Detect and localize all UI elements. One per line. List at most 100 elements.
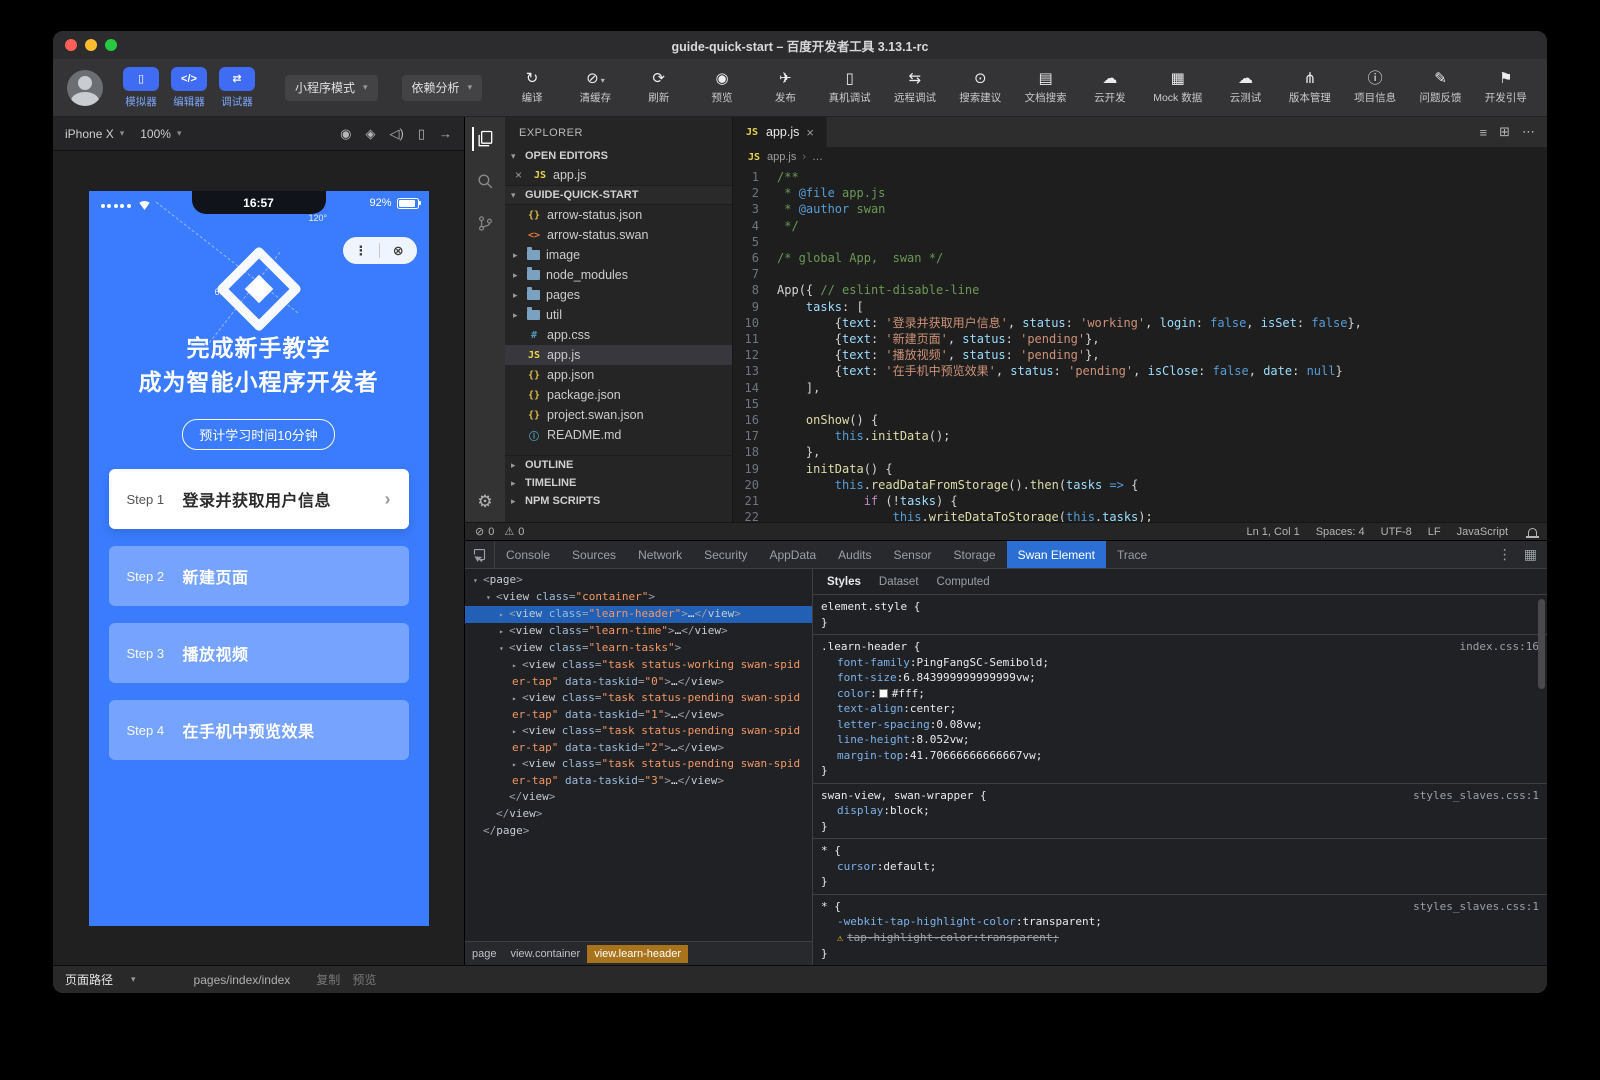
rotate-icon[interactable]: ◈: [366, 126, 376, 142]
sound-icon[interactable]: ◁): [390, 126, 404, 142]
action-doc-search[interactable]: ▤文档搜索: [1025, 70, 1067, 105]
folder-item-node-modules[interactable]: ▸node_modules: [505, 265, 732, 285]
rule-selector[interactable]: swan-view, swan-wrapper: [821, 789, 973, 802]
action-dev-guide[interactable]: ⚑开发引导: [1485, 70, 1527, 105]
breadcrumb[interactable]: JS app.js › …: [733, 147, 1547, 167]
devtools-more-icon[interactable]: ⋮: [1498, 546, 1512, 563]
section-timeline[interactable]: ▸TIMELINE: [505, 474, 732, 492]
copy-path-button[interactable]: 复制: [316, 971, 340, 988]
split-editor-icon[interactable]: ⊞: [1499, 124, 1510, 140]
action-feedback[interactable]: ✎问题反馈: [1419, 70, 1461, 105]
source-control-icon[interactable]: [473, 211, 497, 235]
file-item-app-json[interactable]: {}app.json: [505, 365, 732, 385]
open-editor-item[interactable]: ×JSapp.js: [505, 165, 732, 185]
devtools-tab-audits[interactable]: Audits: [827, 541, 882, 568]
file-item-readme-md[interactable]: ⓘREADME.md: [505, 425, 732, 445]
devtools-tab-console[interactable]: Console: [495, 541, 561, 568]
dom-tree[interactable]: ▾<page>▾<view class="container">▸<view c…: [465, 569, 812, 941]
section-project[interactable]: ▾ GUIDE-QUICK-START: [505, 185, 732, 205]
file-item-package-json[interactable]: {}package.json: [505, 385, 732, 405]
section-npm-scripts[interactable]: ▸NPM SCRIPTS: [505, 492, 732, 510]
dom-crumb[interactable]: page: [465, 945, 503, 963]
mode-button-debugger[interactable]: ⇄调试器: [219, 67, 255, 109]
styles-tab-computed[interactable]: Computed: [929, 572, 998, 592]
mode-button-editor[interactable]: </>编辑器: [171, 67, 207, 109]
folder-item-util[interactable]: ▸util: [505, 305, 732, 325]
dom-node[interactable]: ▸<view class="learn-header">…</view>: [465, 606, 812, 623]
style-property[interactable]: ⚠tap-highlight-color:transparent;: [821, 930, 1541, 947]
status-item[interactable]: LF: [1428, 526, 1441, 538]
dom-node[interactable]: ▸<view class="task status-working swan-s…: [465, 657, 812, 690]
more-actions-icon[interactable]: ⋯: [1522, 124, 1535, 140]
program-mode-select[interactable]: 小程序模式▾: [285, 75, 378, 101]
stylesheet-link[interactable]: styles_slaves.css:1: [1413, 899, 1539, 915]
action-cloud-dev[interactable]: ☁云开发: [1090, 70, 1130, 105]
rule-selector[interactable]: *: [821, 844, 828, 857]
action-version-control[interactable]: ⋔版本管理: [1289, 70, 1331, 105]
style-property[interactable]: margin-top:41.70666666666667vw;: [821, 748, 1541, 764]
step-card[interactable]: Step 3播放视频: [109, 623, 409, 683]
account-icon[interactable]: ◉: [340, 126, 351, 142]
devtools-dock-icon[interactable]: ▦: [1524, 546, 1537, 563]
action-cloud-test[interactable]: ☁云测试: [1226, 70, 1266, 105]
file-item-app-css[interactable]: #app.css: [505, 325, 732, 345]
action-preview[interactable]: ◉预览: [702, 70, 742, 105]
action-remote-debug[interactable]: ⇆远程调试: [894, 70, 936, 105]
scrollbar-thumb[interactable]: [1538, 599, 1545, 689]
dom-node[interactable]: ▸<view class="learn-time">…</view>: [465, 623, 812, 640]
problems-indicator[interactable]: ⊘0 ⚠0: [475, 525, 524, 538]
close-icon[interactable]: ×: [515, 168, 527, 182]
close-tab-icon[interactable]: ×: [806, 125, 814, 140]
devtools-tab-network[interactable]: Network: [627, 541, 693, 568]
style-property[interactable]: font-family:PingFangSC-Semibold;: [821, 655, 1541, 671]
devtools-tab-sources[interactable]: Sources: [561, 541, 627, 568]
notifications-bell-icon[interactable]: [1528, 528, 1537, 536]
styles-tab-styles[interactable]: Styles: [819, 572, 869, 592]
status-item[interactable]: Ln 1, Col 1: [1247, 526, 1300, 538]
dom-node[interactable]: ▸<view class="task status-pending swan-s…: [465, 756, 812, 789]
style-property[interactable]: text-align:center;: [821, 701, 1541, 717]
action-real-device-debug[interactable]: ▯真机调试: [829, 70, 871, 105]
dom-node[interactable]: </page>: [465, 823, 812, 840]
search-icon[interactable]: [473, 169, 497, 193]
file-item-app-js[interactable]: JSapp.js: [505, 345, 732, 365]
device-frame-icon[interactable]: ▯: [418, 126, 425, 142]
devtools-tab-sensor[interactable]: Sensor: [883, 541, 943, 568]
status-item[interactable]: UTF-8: [1381, 526, 1412, 538]
explorer-icon[interactable]: [472, 127, 496, 151]
devtools-tab-swan-element[interactable]: Swan Element: [1007, 541, 1106, 568]
devtools-tab-storage[interactable]: Storage: [943, 541, 1007, 568]
step-card[interactable]: Step 2新建页面: [109, 546, 409, 606]
settings-gear-icon[interactable]: ⚙: [477, 492, 492, 512]
devtools-tab-security[interactable]: Security: [693, 541, 758, 568]
open-editors-list-icon[interactable]: ≡: [1480, 125, 1488, 140]
file-item-arrow-status-json[interactable]: {}arrow-status.json: [505, 205, 732, 225]
folder-item-pages[interactable]: ▸pages: [505, 285, 732, 305]
editor-tab-appjs[interactable]: JS app.js ×: [733, 117, 827, 147]
dom-node[interactable]: </view>: [465, 789, 812, 806]
dom-crumb[interactable]: view.learn-header: [587, 945, 688, 963]
style-property[interactable]: letter-spacing:0.08vw;: [821, 717, 1541, 733]
dom-node[interactable]: ▸<view class="task status-pending swan-s…: [465, 723, 812, 756]
zoom-select[interactable]: 100% ▾: [140, 127, 181, 141]
step-card[interactable]: Step 4在手机中预览效果: [109, 700, 409, 760]
style-property[interactable]: cursor:default;: [821, 859, 1541, 875]
color-swatch[interactable]: [879, 689, 888, 698]
step-card[interactable]: Step 1登录并获取用户信息›: [109, 469, 409, 529]
file-item-arrow-status-swan[interactable]: <>arrow-status.swan: [505, 225, 732, 245]
devtools-tab-trace[interactable]: Trace: [1106, 541, 1158, 568]
stylesheet-link[interactable]: index.css:16: [1460, 639, 1539, 655]
section-open-editors[interactable]: ▾ OPEN EDITORS: [505, 147, 732, 165]
style-property[interactable]: line-height:8.052vw;: [821, 732, 1541, 748]
page-path-select[interactable]: 页面路径 ▾: [65, 971, 136, 988]
status-item[interactable]: Spaces: 4: [1316, 526, 1365, 538]
dom-node[interactable]: ▾<page>: [465, 572, 812, 589]
dependency-analysis-select[interactable]: 依赖分析▾: [402, 75, 483, 101]
dom-node[interactable]: ▸<view class="task status-pending swan-s…: [465, 690, 812, 723]
action-publish[interactable]: ✈发布: [765, 70, 805, 105]
style-property[interactable]: display:block;: [821, 803, 1541, 819]
action-project-info[interactable]: ⓘ项目信息: [1354, 70, 1396, 105]
code-area[interactable]: 1/**2 * @file app.js3 * @author swan4 */…: [733, 167, 1547, 522]
devtools-tab-appdata[interactable]: AppData: [758, 541, 827, 568]
style-property[interactable]: color:#fff;: [821, 686, 1541, 702]
